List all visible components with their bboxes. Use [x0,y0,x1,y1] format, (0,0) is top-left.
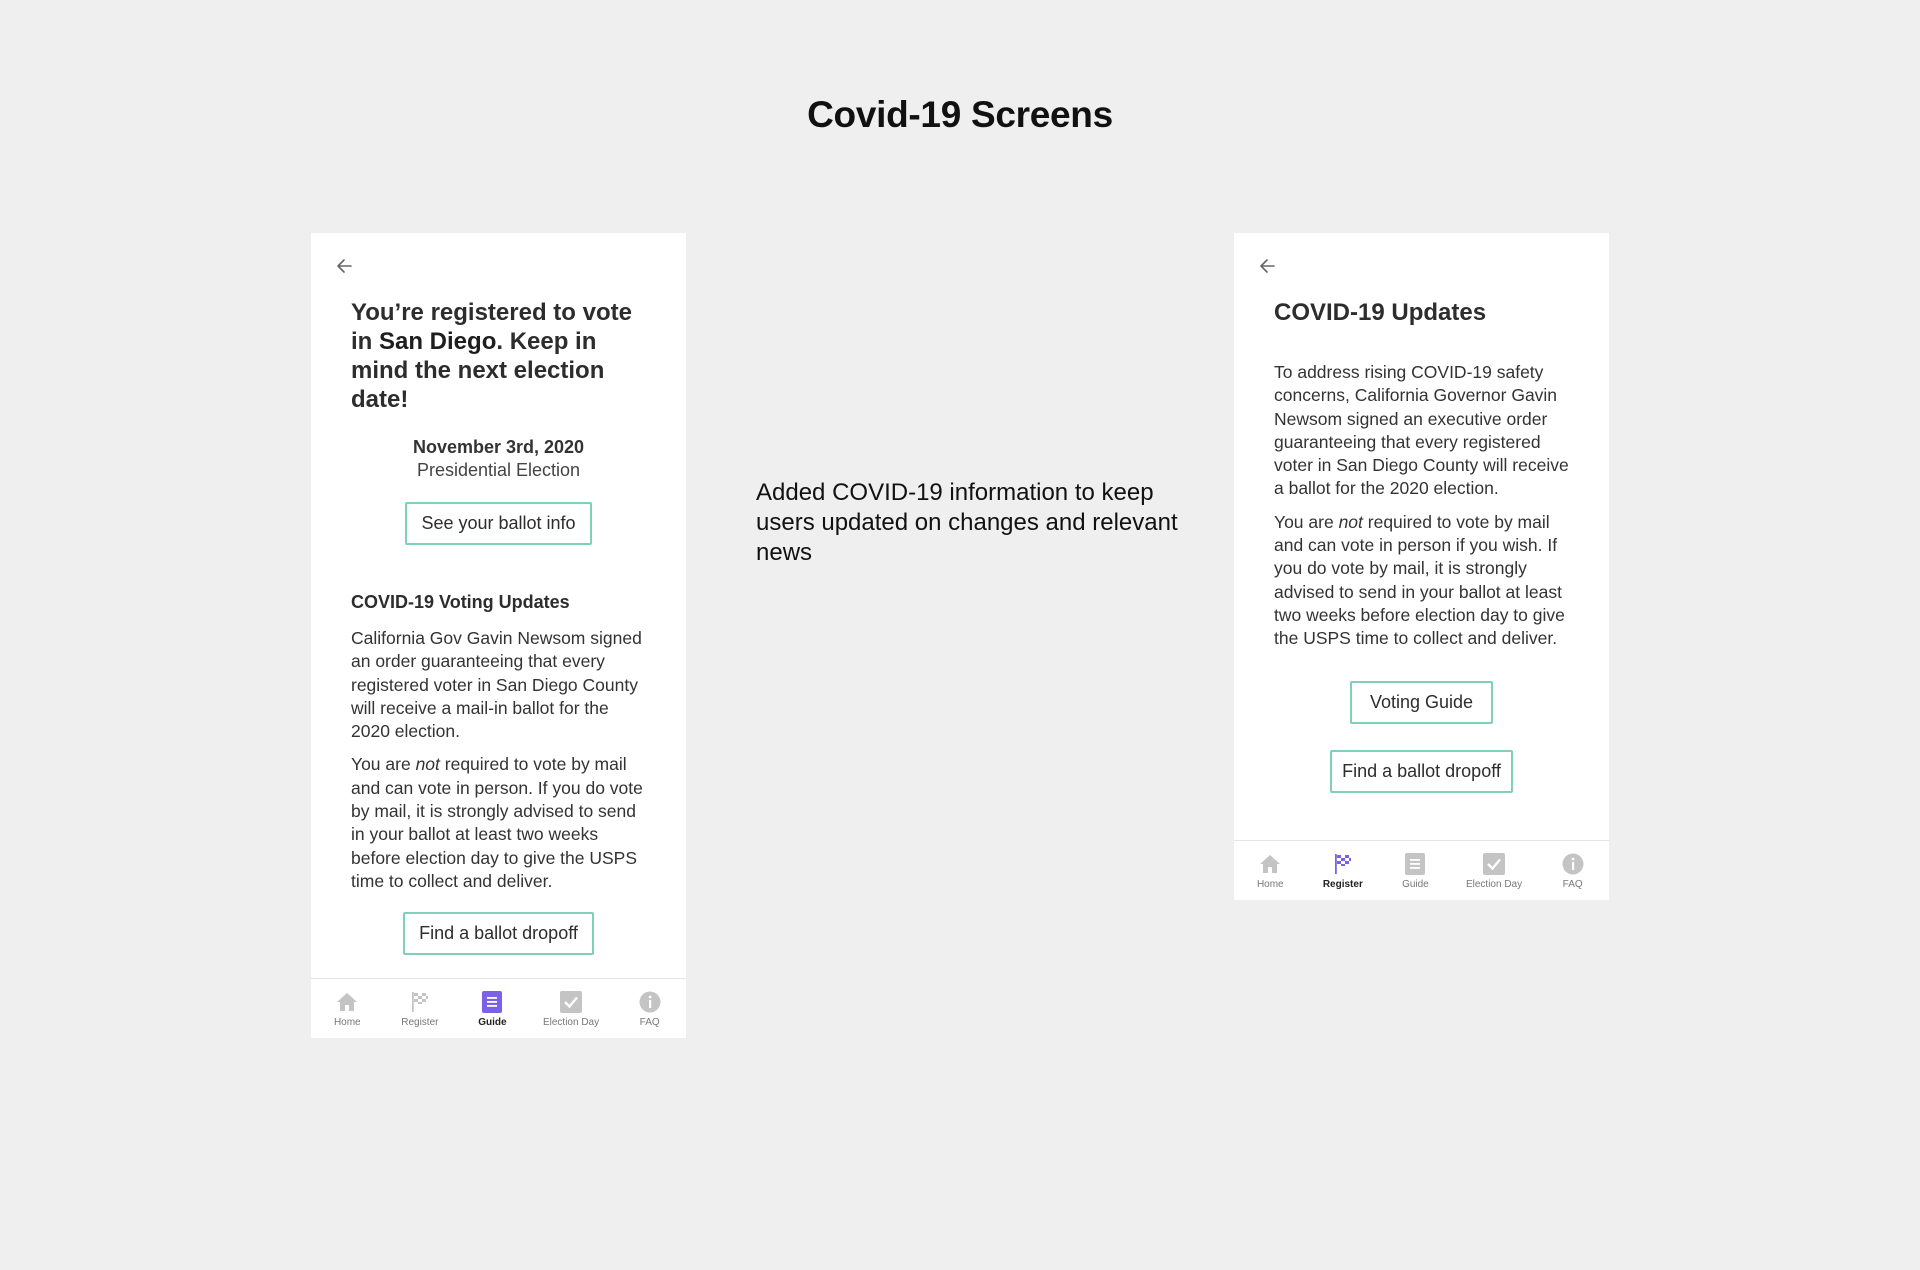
tab-election-day[interactable]: Election Day [1466,852,1522,890]
see-ballot-info-button[interactable]: See your ballot info [405,502,592,545]
city-name: San Diego [379,328,497,355]
back-arrow-icon[interactable] [331,253,357,279]
bottom-tab-bar: Home Register Guide Election Day FAQ [1234,840,1609,900]
guide-icon [480,990,504,1014]
info-icon [1561,852,1585,876]
election-date-block: November 3rd, 2020 Presidential Election [351,436,646,482]
home-icon [1258,852,1282,876]
back-arrow-icon[interactable] [1254,253,1280,279]
voting-guide-button[interactable]: Voting Guide [1349,680,1494,724]
info-icon [638,990,662,1014]
tab-home[interactable]: Home [325,990,369,1028]
covid-updates-title: COVID-19 Updates [1274,299,1487,326]
tab-faq[interactable]: FAQ [1551,852,1595,890]
page-title: Covid-19 Screens [807,94,1113,135]
guide-icon [1403,852,1427,876]
covid-updates-paragraph-2: You are not required to vote by mail and… [1274,511,1565,649]
covid-updates-paragraph-1: To address rising COVID-19 safety concer… [1274,362,1569,499]
tab-register[interactable]: Register [398,990,442,1028]
tab-register[interactable]: Register [1321,852,1365,890]
check-icon [1482,852,1506,876]
tab-guide[interactable]: Guide [470,990,514,1028]
flag-icon [408,990,432,1014]
tab-guide[interactable]: Guide [1393,852,1437,890]
flag-icon [1331,852,1355,876]
annotation-note: Added COVID-19 information to keep users… [756,479,1178,566]
home-icon [335,990,359,1014]
covid-paragraph-1: California Gov Gavin Newsom signed an or… [351,628,642,742]
election-type: Presidential Election [416,460,581,480]
phone-screen-covid-updates: COVID-19 Updates To address rising COVID… [1234,233,1609,900]
registration-headline: You’re registered to vote in San Diego. … [351,299,632,413]
find-ballot-dropoff-button[interactable]: Find a ballot dropoff [1330,749,1513,793]
tab-faq[interactable]: FAQ [628,990,672,1028]
tab-home[interactable]: Home [1248,852,1292,890]
phone-screen-guide: You’re registered to vote in San Diego. … [311,233,686,1038]
bottom-tab-bar: Home Register Guide Election Day FAQ [311,978,686,1038]
tab-election-day[interactable]: Election Day [543,990,599,1028]
covid-paragraph-2: You are not required to vote by mail and… [351,754,643,891]
covid-section-heading: COVID-19 Voting Updates [351,591,570,615]
find-ballot-dropoff-button[interactable]: Find a ballot dropoff [403,912,594,956]
check-icon [559,990,583,1014]
election-date: November 3rd, 2020 [412,437,585,457]
